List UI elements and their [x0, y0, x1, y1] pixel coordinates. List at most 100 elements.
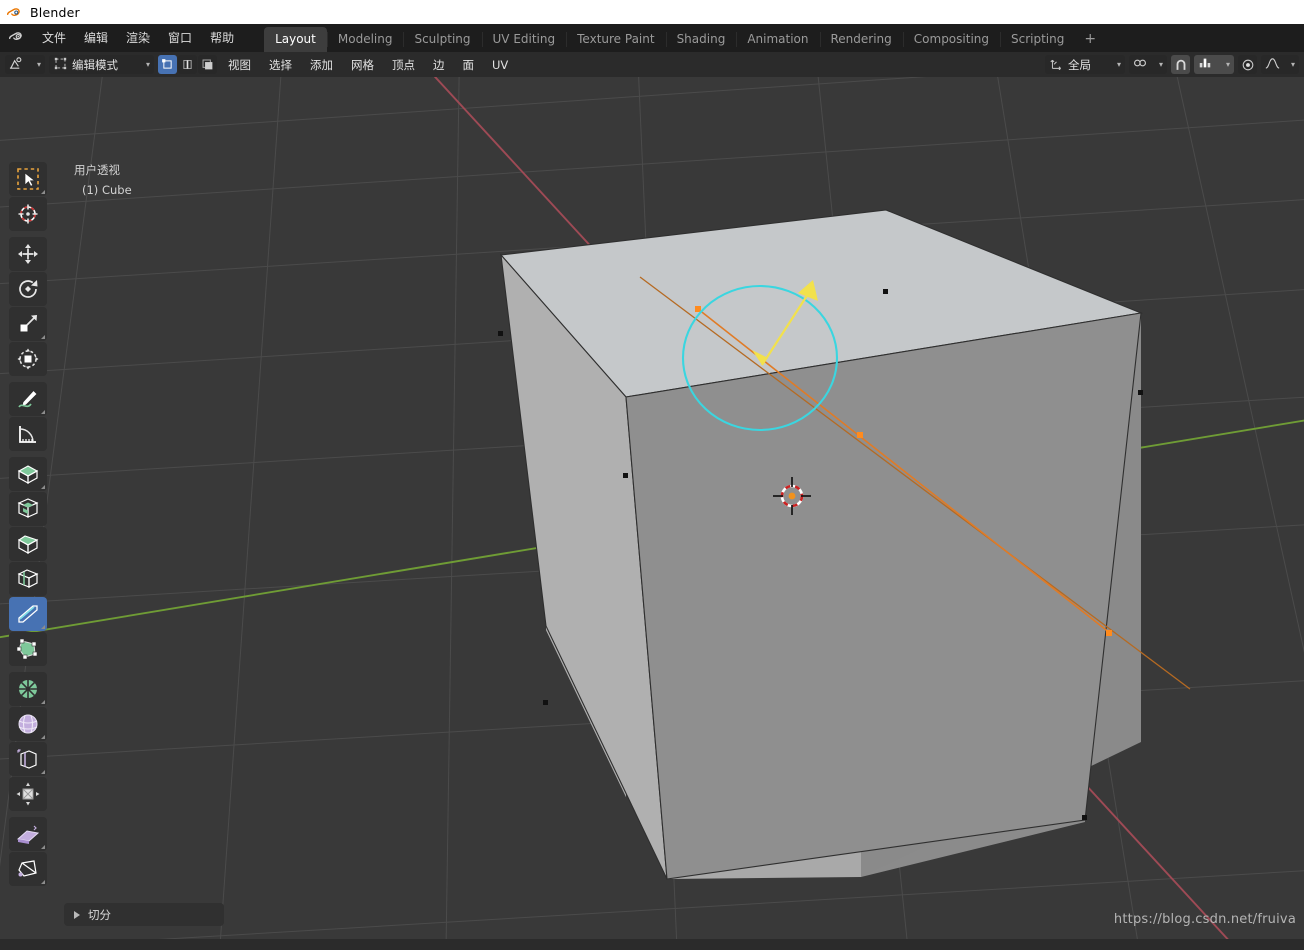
- window-title: Blender: [30, 4, 80, 20]
- menu-render[interactable]: 渲染: [118, 27, 158, 49]
- tool-cursor[interactable]: [9, 197, 47, 231]
- tool-shear[interactable]: [9, 817, 47, 851]
- falloff-type-selector[interactable]: ▾: [1261, 55, 1299, 74]
- magnet-icon: [1176, 59, 1185, 70]
- tab-uv-editing[interactable]: UV Editing: [481, 27, 567, 52]
- tool-shrink-fatten[interactable]: [9, 777, 47, 811]
- blender-logo-icon: [6, 4, 22, 20]
- chevron-down-icon: ▾: [1158, 59, 1163, 69]
- tab-rendering[interactable]: Rendering: [819, 27, 903, 52]
- operator-panel[interactable]: 切分: [64, 903, 224, 926]
- orientation-icon: [1050, 57, 1063, 73]
- tool-edge-slide[interactable]: [9, 742, 47, 776]
- tab-animation[interactable]: Animation: [736, 27, 819, 52]
- cursor-icon: [18, 204, 38, 224]
- bisect-icon: [18, 605, 38, 623]
- tab-texture-paint[interactable]: Texture Paint: [566, 27, 665, 52]
- 3d-viewport[interactable]: 用户透视 (1) Cube 切分 https://blog.csdn.net/f…: [0, 77, 1304, 939]
- tool-spin[interactable]: [9, 672, 47, 706]
- watermark-text: https://blog.csdn.net/fruiva: [1113, 912, 1296, 927]
- tool-tweak[interactable]: [9, 162, 47, 196]
- viewport-header: ▾ 编辑模式 ▾ 视图 选择 添加 网格 顶点 边 面 UV 全局 ▾ ▾ ▾ …: [0, 52, 1304, 77]
- face-select-icon: [202, 59, 213, 70]
- selected-vertex: [695, 306, 701, 312]
- viewport-canvas: [0, 77, 1304, 939]
- proportional-edit-icon: [1198, 56, 1212, 73]
- tool-inset-faces[interactable]: [9, 492, 47, 526]
- editor-type-3dview-icon: [9, 56, 24, 74]
- proportional-editing-selector[interactable]: ▾: [1194, 55, 1234, 74]
- tab-scripting[interactable]: Scripting: [1000, 27, 1075, 52]
- topbar-menu-row: 文件 编辑 渲染 窗口 帮助: [0, 24, 242, 52]
- vertex: [1082, 815, 1087, 820]
- tab-modeling[interactable]: Modeling: [326, 27, 404, 52]
- tab-layout[interactable]: Layout: [264, 27, 327, 52]
- edit-mode-icon: [54, 57, 67, 73]
- window-titlebar: Blender: [0, 0, 1304, 24]
- selected-vertex: [1106, 630, 1112, 636]
- tool-group-transform: [9, 237, 47, 376]
- edge-select-mode[interactable]: [178, 55, 197, 74]
- tool-transform[interactable]: [9, 342, 47, 376]
- menu-select[interactable]: 选择: [262, 55, 299, 75]
- tool-poly-build[interactable]: [9, 632, 47, 666]
- menu-window[interactable]: 窗口: [160, 27, 200, 49]
- tool-annotate[interactable]: [9, 382, 47, 416]
- transform-orientation-value: 全局: [1068, 57, 1091, 72]
- chevron-down-icon: ▾: [1225, 59, 1230, 69]
- tool-smooth[interactable]: [9, 707, 47, 741]
- add-workspace-button[interactable]: +: [1075, 28, 1105, 52]
- tool-submenu-indicator: [41, 190, 45, 194]
- menu-add[interactable]: 添加: [303, 55, 340, 75]
- menu-view[interactable]: 视图: [221, 55, 258, 75]
- tool-measure[interactable]: [9, 417, 47, 451]
- tool-bevel[interactable]: [9, 527, 47, 561]
- tool-rotate[interactable]: [9, 272, 47, 306]
- tool-submenu-indicator: [41, 625, 45, 629]
- tool-loop-cut[interactable]: [9, 562, 47, 596]
- tool-submenu-indicator: [41, 880, 45, 884]
- tab-shading[interactable]: Shading: [665, 27, 737, 52]
- menu-edit[interactable]: 编辑: [76, 27, 116, 49]
- menu-edge[interactable]: 边: [426, 55, 452, 75]
- snap-magnet-toggle[interactable]: [1171, 55, 1190, 74]
- tool-submenu-indicator: [41, 770, 45, 774]
- face-select-mode[interactable]: [198, 55, 217, 74]
- tool-rip-region[interactable]: [9, 852, 47, 886]
- falloff-curve-icon: [1265, 56, 1280, 73]
- tab-sculpting[interactable]: Sculpting: [403, 27, 481, 52]
- chevron-down-icon: ▾: [1116, 59, 1121, 69]
- move-icon: [18, 244, 38, 264]
- editor-type-selector[interactable]: ▾: [5, 55, 45, 74]
- mode-selector[interactable]: 编辑模式 ▾: [49, 55, 154, 74]
- scale-icon: [19, 315, 37, 333]
- tool-knife-bisect[interactable]: [9, 597, 47, 631]
- tool-extrude[interactable]: [9, 457, 47, 491]
- measure-icon: [19, 426, 36, 443]
- edge-slide-icon: [17, 749, 37, 769]
- menu-help[interactable]: 帮助: [202, 27, 242, 49]
- transform-orientation-selector[interactable]: 全局 ▾: [1045, 55, 1125, 74]
- tool-submenu-indicator: [41, 485, 45, 489]
- tab-compositing[interactable]: Compositing: [902, 27, 1000, 52]
- tool-scale[interactable]: [9, 307, 47, 341]
- menu-file[interactable]: 文件: [34, 27, 74, 49]
- menu-uv[interactable]: UV: [485, 56, 515, 74]
- shear-icon: [16, 825, 40, 844]
- tool-submenu-indicator: [41, 735, 45, 739]
- vertex-select-mode[interactable]: [158, 55, 177, 74]
- poly-build-icon: [16, 638, 38, 660]
- rip-region-icon: [18, 860, 37, 877]
- tool-submenu-indicator: [41, 335, 45, 339]
- status-bar: [0, 939, 1304, 950]
- menu-face[interactable]: 面: [456, 55, 482, 75]
- snap-target-selector[interactable]: ▾: [1129, 55, 1167, 74]
- menu-mesh[interactable]: 网格: [344, 55, 381, 75]
- proportional-editing-toggle[interactable]: [1238, 55, 1257, 74]
- tool-move[interactable]: [9, 237, 47, 271]
- shrink-fatten-icon: [16, 782, 40, 806]
- blender-logo-icon[interactable]: [8, 28, 32, 48]
- tool-submenu-indicator: [41, 410, 45, 414]
- menu-vertex[interactable]: 顶点: [385, 55, 422, 75]
- tool-submenu-indicator: [41, 845, 45, 849]
